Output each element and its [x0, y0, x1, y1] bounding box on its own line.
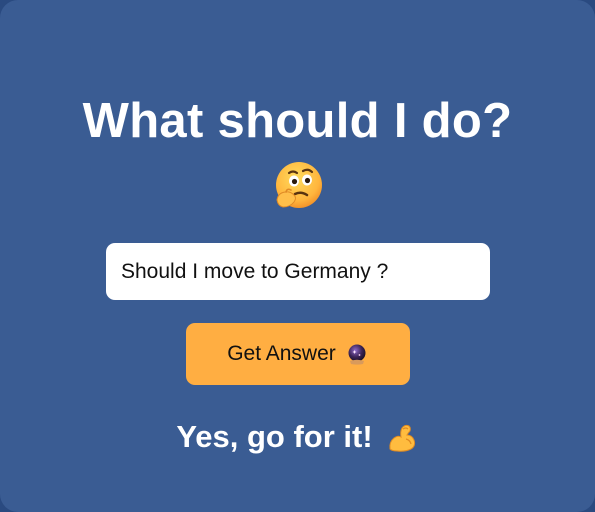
- flexed-biceps-icon: [389, 424, 415, 452]
- get-answer-button[interactable]: Get Answer: [186, 323, 410, 385]
- question-input[interactable]: [106, 243, 490, 300]
- thinking-face-icon: [276, 162, 322, 208]
- page-title: What should I do?: [82, 94, 513, 148]
- answer-text: Yes, go for it!: [176, 419, 373, 454]
- app-card: What should I do? Get Answer: [0, 0, 595, 512]
- get-answer-label: Get Answer: [227, 342, 336, 365]
- crystal-ball-icon: [348, 344, 366, 365]
- answer-row: Yes, go for it!: [0, 416, 595, 458]
